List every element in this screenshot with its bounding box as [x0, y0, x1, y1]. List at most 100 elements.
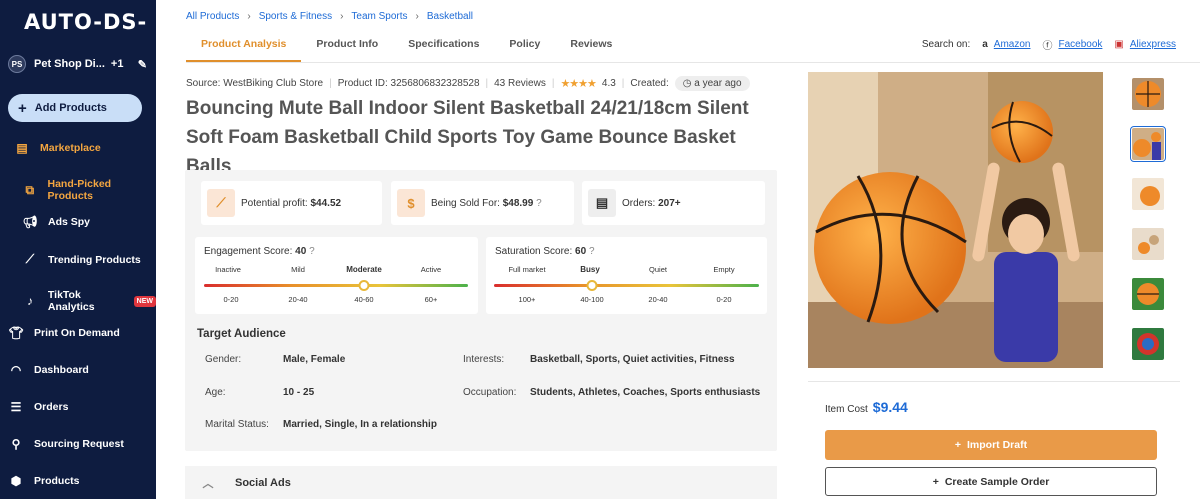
add-products-button[interactable]: + Add Products	[8, 94, 142, 122]
review-count: 43 Reviews	[494, 78, 546, 89]
chevron-up-icon[interactable]: ︿	[199, 474, 217, 492]
receipt-icon: ▤	[588, 189, 616, 217]
thumbnail[interactable]	[1132, 228, 1164, 260]
sidebar-item-label: Hand-Picked Products	[47, 178, 112, 202]
sidebar-item-trending[interactable]: ⟋ Trending Products	[0, 252, 156, 267]
saturation-header: Saturation Score: 60 ?	[495, 246, 595, 257]
sidebar-item-label: Ads Spy	[48, 216, 91, 228]
breadcrumb-basketball[interactable]: Basketball	[427, 11, 473, 22]
range-label: 40-60	[354, 295, 374, 304]
new-badge: NEW	[133, 295, 156, 307]
range-label: 20-40	[648, 295, 668, 304]
chart-icon: ⟋	[207, 189, 235, 217]
range-label: 20-40	[288, 295, 308, 304]
sidebar-item-print-on-demand[interactable]: 👕︎ Print On Demand	[0, 326, 156, 340]
marital-value: Married, Single, In a relationship	[283, 419, 437, 430]
range-label: 40-100	[580, 295, 604, 304]
profit-card: ⟋ Potential profit: $44.52	[201, 181, 382, 225]
aliexpress-link[interactable]: Aliexpress	[1130, 39, 1176, 50]
edit-icon[interactable]: ✎	[138, 58, 147, 71]
chevron-right-icon: ›	[340, 11, 344, 22]
created-badge: ◷ a year ago	[674, 76, 750, 91]
tiktok-icon: ♪	[26, 294, 33, 308]
range-label: 60+	[424, 295, 438, 304]
product-photo-illustration	[808, 72, 1103, 368]
source-store: Source: WestBiking Club Store	[186, 78, 324, 89]
product-image[interactable]	[808, 72, 1103, 368]
thumbnail[interactable]	[1130, 126, 1166, 162]
sidebar: AUTO-DS- PS Pet Shop Di... +1 ✎ + Add Pr…	[0, 0, 156, 499]
store-name: Pet Shop Di...	[34, 58, 105, 70]
sidebar-item-label: Trending Products	[48, 253, 141, 266]
range-label: 0-20	[716, 295, 732, 304]
import-draft-button[interactable]: + Import Draft	[825, 430, 1157, 460]
occupation-label: Occupation:	[463, 387, 517, 398]
engagement-label: Engagement Score:	[204, 246, 293, 257]
profit-label: Potential profit:	[241, 197, 308, 209]
breadcrumb-all-products[interactable]: All Products	[186, 11, 239, 22]
thumbnail[interactable]	[1132, 278, 1164, 310]
breadcrumb: All Products › Sports & Fitness › Team Spo…	[186, 11, 473, 22]
thumbnail[interactable]	[1132, 328, 1164, 360]
thumbnail[interactable]	[1132, 78, 1164, 110]
sidebar-item-label: TikTok Analytics	[47, 289, 95, 313]
sidebar-item-label: Marketplace	[40, 142, 101, 154]
sidebar-item-ads-spy[interactable]: 📢︎ Ads Spy	[0, 215, 156, 229]
help-icon[interactable]: ?	[536, 198, 542, 209]
add-products-label: Add Products	[34, 102, 107, 114]
marital-label: Marital Status:	[205, 419, 269, 430]
store-avatar: PS	[8, 55, 26, 73]
orders-card: ▤ Orders: 207+	[582, 181, 765, 225]
thumbnail-image	[1132, 128, 1164, 160]
age-value: 10 - 25	[283, 387, 315, 398]
sidebar-item-orders[interactable]: ☰ Orders	[0, 400, 156, 414]
amazon-link[interactable]: Amazon	[994, 39, 1031, 50]
sidebar-item-tiktok[interactable]: ♪ TikTok Analytics NEW	[0, 289, 156, 313]
sold-for-card: $ Being Sold For: $48.99 ?	[391, 181, 574, 225]
sidebar-item-dashboard[interactable]: ◠ Dashboard	[0, 363, 156, 377]
tab-reviews[interactable]: Reviews	[555, 30, 627, 62]
tab-specifications[interactable]: Specifications	[393, 30, 494, 62]
facebook-icon: ⓕ	[1042, 41, 1053, 52]
engagement-gradient-bar	[204, 284, 468, 287]
help-icon[interactable]: ?	[589, 246, 595, 257]
tab-product-analysis[interactable]: Product Analysis	[186, 30, 302, 62]
plus-icon: +	[18, 99, 27, 117]
sidebar-item-label: Orders	[34, 401, 69, 413]
saturation-gradient-bar	[494, 284, 759, 287]
target-audience-title: Target Audience	[197, 328, 286, 340]
divider	[186, 62, 1200, 63]
product-id: Product ID: 3256806832328528	[337, 78, 480, 89]
search-on-label: Search on:	[921, 39, 971, 50]
amazon-icon: a	[982, 39, 988, 50]
sidebar-item-label: Sourcing Request	[34, 438, 124, 450]
social-ads-label: Social Ads	[235, 476, 291, 489]
sidebar-item-label: Dashboard	[34, 364, 89, 376]
sidebar-item-products[interactable]: ⬢ Products	[0, 474, 156, 488]
level-label: Empty	[713, 265, 735, 274]
interests-value: Basketball, Sports, Quiet activities, Fi…	[530, 354, 735, 365]
thumbnail[interactable]	[1132, 178, 1164, 210]
age-label: Age:	[205, 387, 226, 398]
create-sample-order-button[interactable]: + Create Sample Order	[825, 467, 1157, 496]
tab-policy[interactable]: Policy	[494, 30, 555, 62]
facebook-link[interactable]: Facebook	[1058, 39, 1102, 50]
item-cost-label: Item Cost	[825, 404, 868, 415]
shirt-icon: 👕︎	[8, 326, 24, 340]
store-selector[interactable]: PS Pet Shop Di... +1 ✎	[8, 55, 153, 73]
plus-icon: +	[954, 439, 962, 451]
sidebar-item-hand-picked[interactable]: ⧉ Hand-Picked Products	[0, 178, 156, 202]
breadcrumb-team-sports[interactable]: Team Sports	[351, 11, 407, 22]
range-label: 0-20	[223, 295, 239, 304]
gender-label: Gender:	[205, 354, 242, 365]
logo: AUTO-DS-	[24, 10, 148, 34]
sidebar-item-sourcing[interactable]: ⚲ Sourcing Request	[0, 437, 156, 451]
engagement-score-card: Engagement Score: 40 ? Inactive Mild Mod…	[195, 237, 478, 314]
orders-label: Orders:	[622, 197, 656, 209]
help-icon[interactable]: ?	[309, 246, 315, 257]
breadcrumb-sports-fitness[interactable]: Sports & Fitness	[259, 11, 332, 22]
store-icon: ▤	[16, 141, 28, 155]
social-ads-section[interactable]: ︿ Social Ads	[185, 466, 777, 499]
sidebar-item-marketplace[interactable]: ▤ Marketplace	[0, 141, 156, 155]
tab-product-info[interactable]: Product Info	[301, 30, 393, 62]
